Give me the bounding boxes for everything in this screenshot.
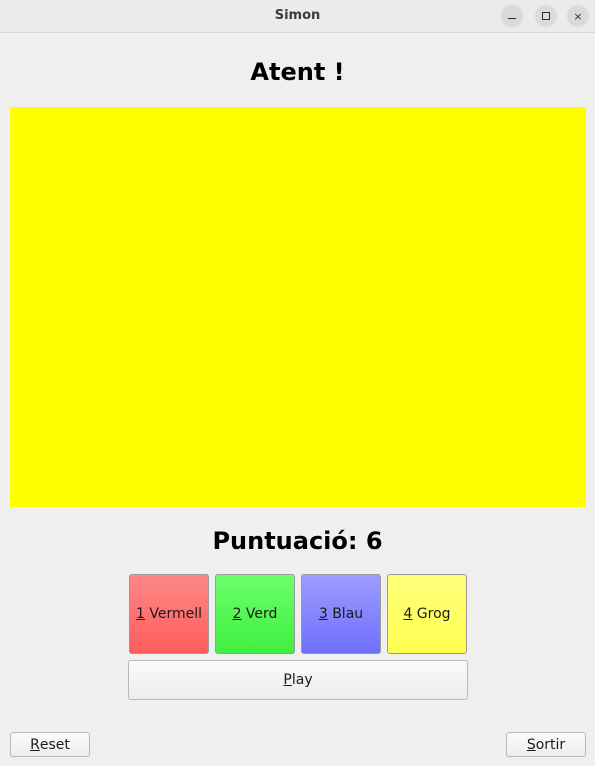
green-button-mnemonic: 2 xyxy=(232,606,242,622)
red-button[interactable]: 1 Vermell xyxy=(129,574,209,654)
play-button[interactable]: Play xyxy=(128,660,468,700)
blue-button-label: Blau xyxy=(327,606,364,622)
title-bar: Simon × xyxy=(0,0,595,33)
yellow-button-mnemonic: 4 xyxy=(403,606,413,622)
blue-button[interactable]: 3 Blau xyxy=(301,574,381,654)
blue-button-mnemonic: 3 xyxy=(318,606,328,622)
exit-button-label: ortir xyxy=(535,736,566,753)
score-label: Puntuació: 6 xyxy=(212,527,383,555)
yellow-button[interactable]: 4 Grog xyxy=(387,574,467,654)
reset-button[interactable]: Reset xyxy=(10,732,90,757)
status-heading: Atent ! xyxy=(250,58,345,86)
exit-button-mnemonic: S xyxy=(526,736,536,753)
simon-window: Simon × Atent ! Puntuació: 6 1 Vermell 2… xyxy=(0,0,595,766)
red-button-mnemonic: 1 xyxy=(135,606,145,622)
minimize-icon xyxy=(508,17,516,19)
minimize-button[interactable] xyxy=(501,5,523,27)
close-icon: × xyxy=(573,9,583,23)
yellow-button-label: Grog xyxy=(412,606,451,622)
reset-button-mnemonic: R xyxy=(30,736,40,753)
maximize-button[interactable] xyxy=(535,5,557,27)
green-button-label: Verd xyxy=(241,606,278,622)
play-button-label: lay xyxy=(291,672,313,688)
exit-button[interactable]: Sortir xyxy=(506,732,586,757)
red-button-label: Vermell xyxy=(144,606,202,622)
play-button-mnemonic: P xyxy=(283,672,292,688)
maximize-icon xyxy=(542,12,550,20)
close-button[interactable]: × xyxy=(567,5,589,27)
color-display-panel xyxy=(10,107,586,507)
reset-button-label: eset xyxy=(39,736,70,753)
green-button[interactable]: 2 Verd xyxy=(215,574,295,654)
